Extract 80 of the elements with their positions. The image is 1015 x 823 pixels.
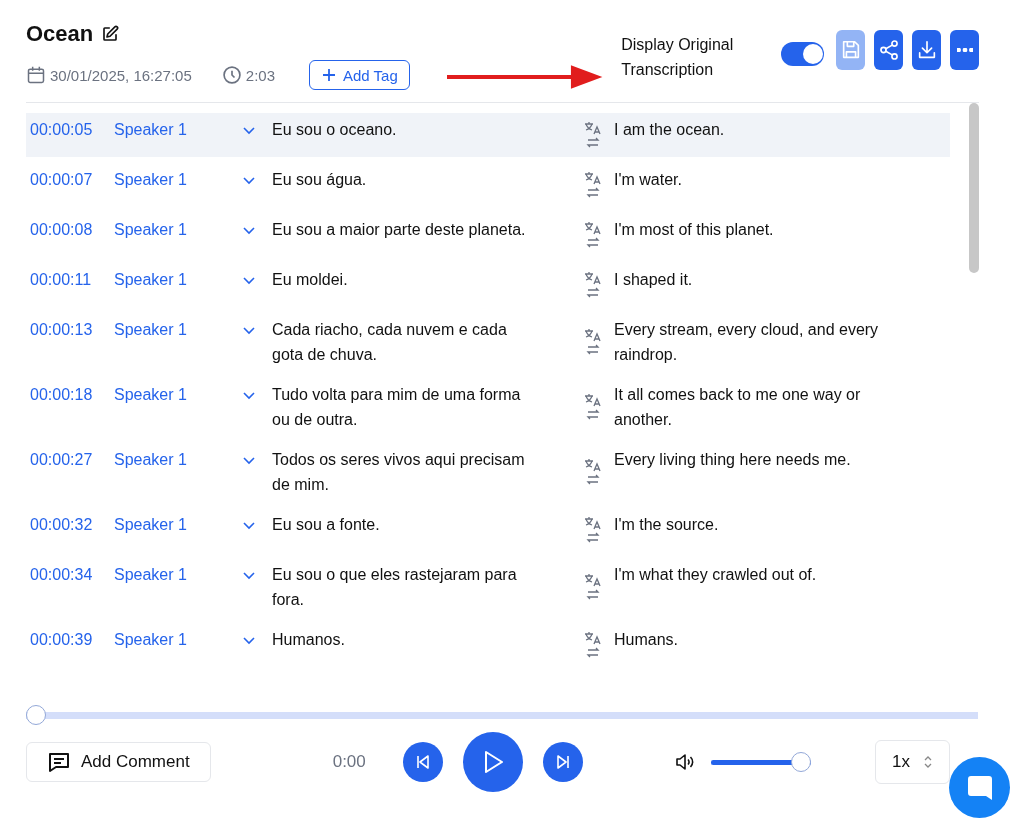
download-button[interactable]: [912, 30, 941, 70]
original-text: Humanos.: [272, 630, 346, 650]
timestamp-link[interactable]: 00:00:39: [30, 627, 114, 652]
translated-text: Every stream, every cloud, and every raindrop.: [614, 320, 880, 365]
speaker-label[interactable]: Speaker 1: [114, 562, 242, 587]
translate-icon[interactable]: [583, 392, 603, 422]
more-button[interactable]: [950, 30, 979, 70]
speaker-label[interactable]: Speaker 1: [114, 217, 242, 242]
speaker-label[interactable]: Speaker 1: [114, 512, 242, 537]
scrollbar[interactable]: [969, 103, 979, 273]
translate-icon[interactable]: [583, 514, 603, 545]
volume-icon[interactable]: [674, 752, 695, 772]
original-text: Eu sou água.: [272, 170, 368, 190]
speaker-label[interactable]: Speaker 1: [114, 117, 242, 142]
translated-text: Every living thing here needs me.: [614, 450, 852, 470]
skip-back-button[interactable]: [402, 742, 443, 782]
translated-text: I am the ocean.: [614, 120, 726, 140]
timestamp-link[interactable]: 00:00:07: [30, 167, 114, 192]
original-text: Todos os seres vivos aqui precisam de mim.: [272, 450, 526, 495]
translate-icon[interactable]: [583, 269, 603, 300]
calendar-icon: [26, 65, 46, 85]
plus-icon: [321, 67, 337, 83]
translate-icon[interactable]: [583, 457, 603, 487]
translated-text: It all comes back to me one way or another.: [614, 385, 862, 430]
original-text: Eu sou o oceano.: [272, 120, 398, 140]
timestamp-link[interactable]: 00:00:13: [30, 317, 114, 342]
duration-text: 2:03: [245, 66, 275, 84]
share-button[interactable]: [874, 30, 903, 70]
date-text: 30/01/2025, 16:27:05: [50, 66, 192, 84]
add-comment-button[interactable]: Add Comment: [26, 742, 211, 782]
speaker-label[interactable]: Speaker 1: [114, 627, 242, 652]
timestamp-link[interactable]: 00:00:34: [30, 562, 114, 587]
translate-icon[interactable]: [583, 169, 603, 200]
display-original-label: Display Original Transcription: [621, 35, 735, 80]
timestamp-link[interactable]: 00:00:11: [30, 267, 114, 292]
speaker-label[interactable]: Speaker 1: [114, 382, 242, 407]
volume-thumb[interactable]: [790, 752, 811, 772]
chat-button[interactable]: [949, 757, 1010, 818]
timestamp-link[interactable]: 00:00:32: [30, 512, 114, 537]
transcript-title: Ocean: [26, 21, 94, 47]
timestamp-link[interactable]: 00:00:27: [30, 447, 114, 472]
timestamp-link[interactable]: 00:00:05: [30, 117, 114, 142]
skip-forward-button[interactable]: [542, 742, 583, 782]
translated-text: I'm what they crawled out of.: [614, 565, 818, 585]
translated-text: I shaped it.: [614, 270, 694, 290]
skip-back-icon: [414, 754, 431, 770]
add-tag-button[interactable]: Add Tag: [309, 60, 410, 90]
timestamp-link[interactable]: 00:00:18: [30, 382, 114, 407]
speaker-label[interactable]: Speaker 1: [114, 317, 242, 342]
original-text: Eu sou a fonte.: [272, 515, 381, 535]
original-text: Tudo volta para mim de uma forma ou de outra.: [272, 385, 522, 430]
speaker-label[interactable]: Speaker 1: [114, 447, 242, 472]
translate-icon[interactable]: [583, 572, 603, 602]
timestamp-link[interactable]: 00:00:08: [30, 217, 114, 242]
translated-text: I'm most of this planet.: [614, 220, 775, 240]
speaker-label[interactable]: Speaker 1: [114, 267, 242, 292]
translate-icon[interactable]: [583, 327, 603, 357]
original-text: Cada riacho, cada nuvem e cada gota de chuva.: [272, 320, 508, 365]
original-text: Eu sou o que eles rastejaram para fora.: [272, 565, 518, 610]
translated-text: I'm the source.: [614, 515, 720, 535]
translated-text: Humans.: [614, 630, 680, 650]
original-text: Eu sou a maior parte deste planeta.: [272, 220, 527, 240]
translate-icon[interactable]: [583, 219, 603, 250]
translate-icon[interactable]: [583, 119, 603, 150]
toggle-switch[interactable]: [780, 42, 824, 66]
translated-text: I'm water.: [614, 170, 683, 190]
share-icon: [877, 39, 900, 61]
row-highlight[interactable]: 00:00:05 Speaker 1 Eu sou o oceano. I am the ocean.: [26, 113, 951, 157]
speaker-label[interactable]: Speaker 1: [114, 167, 242, 192]
edit-icon[interactable]: [101, 25, 120, 43]
clock-icon: [221, 65, 242, 85]
comment-icon: [47, 750, 71, 774]
more-icon: [956, 48, 973, 52]
original-text: Eu moldei.: [272, 270, 349, 290]
progress-thumb[interactable]: [26, 705, 46, 725]
playback-time: 0:00: [332, 752, 367, 772]
translate-icon[interactable]: [583, 629, 603, 660]
speed-select[interactable]: 1x: [875, 740, 950, 784]
skip-forward-icon: [554, 754, 571, 770]
up-down-caret-icon: [923, 755, 933, 769]
